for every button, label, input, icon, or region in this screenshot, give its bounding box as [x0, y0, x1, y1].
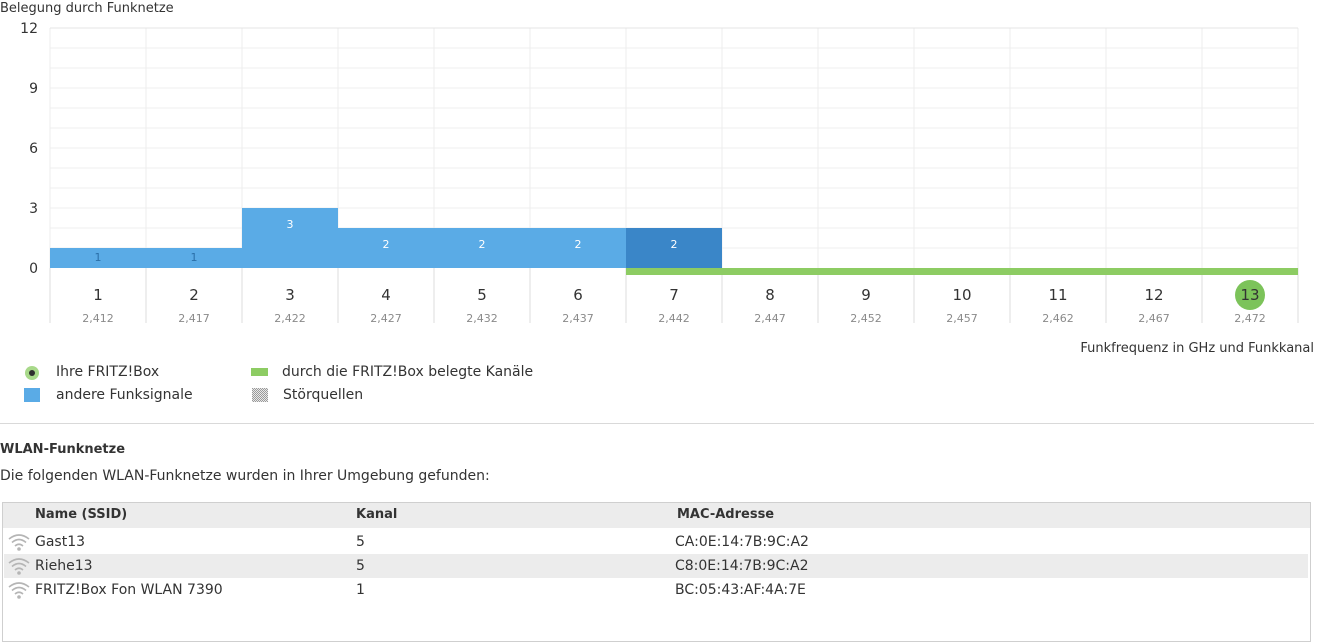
x-tick-label-frequency: 2,417 — [178, 312, 210, 325]
x-tick-label-frequency: 2,412 — [82, 312, 114, 325]
bar-value-label: 3 — [287, 218, 294, 231]
legend-interference-label: Störquellen — [283, 387, 364, 403]
fritzbox-channel-bar — [914, 268, 1010, 275]
x-tick-label-channel: 8 — [765, 286, 775, 304]
x-tick-label-frequency: 2,472 — [1234, 312, 1266, 325]
fritzbox-channel-bar — [818, 268, 914, 275]
table-row[interactable]: FRITZ!Box Fon WLAN 7390 1 BC:05:43:AF:4A… — [4, 578, 1308, 602]
bar-value-label: 2 — [575, 238, 582, 251]
x-tick-label-frequency: 2,442 — [658, 312, 690, 325]
column-header-mac[interactable]: MAC-Adresse — [677, 507, 774, 522]
x-tick-label-frequency: 2,447 — [754, 312, 786, 325]
column-header-name[interactable]: Name (SSID) — [35, 507, 127, 522]
bar-value-label: 2 — [479, 238, 486, 251]
legend-other-signals-label: andere Funksignale — [56, 387, 193, 403]
wifi-icon — [8, 534, 30, 551]
x-tick-label-frequency: 2,467 — [1138, 312, 1170, 325]
cell-ssid: Riehe13 — [35, 558, 93, 574]
x-tick-label-frequency: 2,432 — [466, 312, 498, 325]
x-tick-label-channel: 9 — [861, 286, 871, 304]
cell-channel: 1 — [356, 582, 365, 598]
cell-mac: CA:0E:14:7B:9C:A2 — [675, 534, 809, 550]
interference-swatch-icon — [252, 388, 268, 402]
x-tick-label-channel: 4 — [381, 286, 391, 304]
wlan-section-intro: Die folgenden WLAN-Funknetze wurden in I… — [0, 468, 490, 484]
channel-occupancy-chart: 0369121 132 2 2 212,41222,41732,42242,42752,… — [20, 21, 1299, 325]
bar-value-label: 1 — [95, 251, 102, 264]
table-row[interactable]: Riehe13 5 C8:0E:14:7B:9C:A2 — [4, 554, 1308, 578]
section-divider — [0, 423, 1314, 424]
x-tick-label-frequency: 2,437 — [562, 312, 594, 325]
used-channels-swatch-icon — [251, 368, 268, 376]
y-tick-label: 9 — [29, 81, 38, 97]
cell-channel: 5 — [356, 534, 365, 550]
wifi-icon — [8, 558, 30, 575]
legend-fritzbox-label: Ihre FRITZ!Box — [56, 364, 160, 380]
y-tick-label: 0 — [29, 261, 38, 277]
x-tick-label-channel: 12 — [1144, 286, 1163, 304]
fritzbox-channel-bar — [626, 268, 722, 275]
bar-channel-3 — [242, 208, 338, 268]
cell-mac: C8:0E:14:7B:9C:A2 — [675, 558, 809, 574]
table-row[interactable]: Gast13 5 CA:0E:14:7B:9C:A2 — [4, 530, 1308, 554]
y-tick-label: 3 — [29, 201, 38, 217]
wlan-section-title: WLAN-Funknetze — [0, 442, 126, 457]
bar-value-label: 2 — [383, 238, 390, 251]
legend-used-channels-label: durch die FRITZ!Box belegte Kanäle — [282, 364, 534, 380]
fritzbox-channel-bar — [1010, 268, 1106, 275]
cell-ssid: Gast13 — [35, 534, 86, 550]
table-header: Name (SSID) Kanal MAC-Adresse — [3, 503, 1310, 528]
cell-mac: BC:05:43:AF:4A:7E — [675, 582, 806, 598]
bar-value-label: 2 — [671, 238, 678, 251]
x-tick-label-channel: 13 — [1240, 286, 1259, 304]
cell-ssid: FRITZ!Box Fon WLAN 7390 — [35, 582, 223, 598]
fritzbox-marker-icon — [25, 366, 39, 380]
wifi-icon — [8, 582, 30, 599]
fritzbox-channel-bar — [1202, 268, 1298, 275]
fritzbox-channel-bar — [722, 268, 818, 275]
x-axis-caption: Funkfrequenz in GHz und Funkkanal — [1080, 341, 1314, 356]
y-tick-label: 6 — [29, 141, 38, 157]
x-tick-label-frequency: 2,427 — [370, 312, 402, 325]
fritzbox-channel-bar — [1106, 268, 1202, 275]
x-tick-label-channel: 7 — [669, 286, 679, 304]
x-tick-label-channel: 11 — [1048, 286, 1067, 304]
x-tick-label-channel: 2 — [189, 286, 199, 304]
x-tick-label-frequency: 2,452 — [850, 312, 882, 325]
y-tick-label: 12 — [20, 21, 38, 37]
wlan-networks-table: Name (SSID) Kanal MAC-Adresse Gast13 5 C… — [2, 502, 1311, 642]
x-tick-label-channel: 3 — [285, 286, 295, 304]
x-tick-label-channel: 10 — [952, 286, 971, 304]
x-tick-label-channel: 1 — [93, 286, 103, 304]
x-tick-label-channel: 5 — [477, 286, 487, 304]
x-tick-label-frequency: 2,457 — [946, 312, 978, 325]
x-tick-label-channel: 6 — [573, 286, 583, 304]
other-signals-swatch-icon — [24, 388, 40, 402]
bar-value-label: 1 — [191, 251, 198, 264]
column-header-channel[interactable]: Kanal — [356, 507, 397, 522]
x-tick-label-frequency: 2,422 — [274, 312, 306, 325]
x-tick-label-frequency: 2,462 — [1042, 312, 1074, 325]
cell-channel: 5 — [356, 558, 365, 574]
